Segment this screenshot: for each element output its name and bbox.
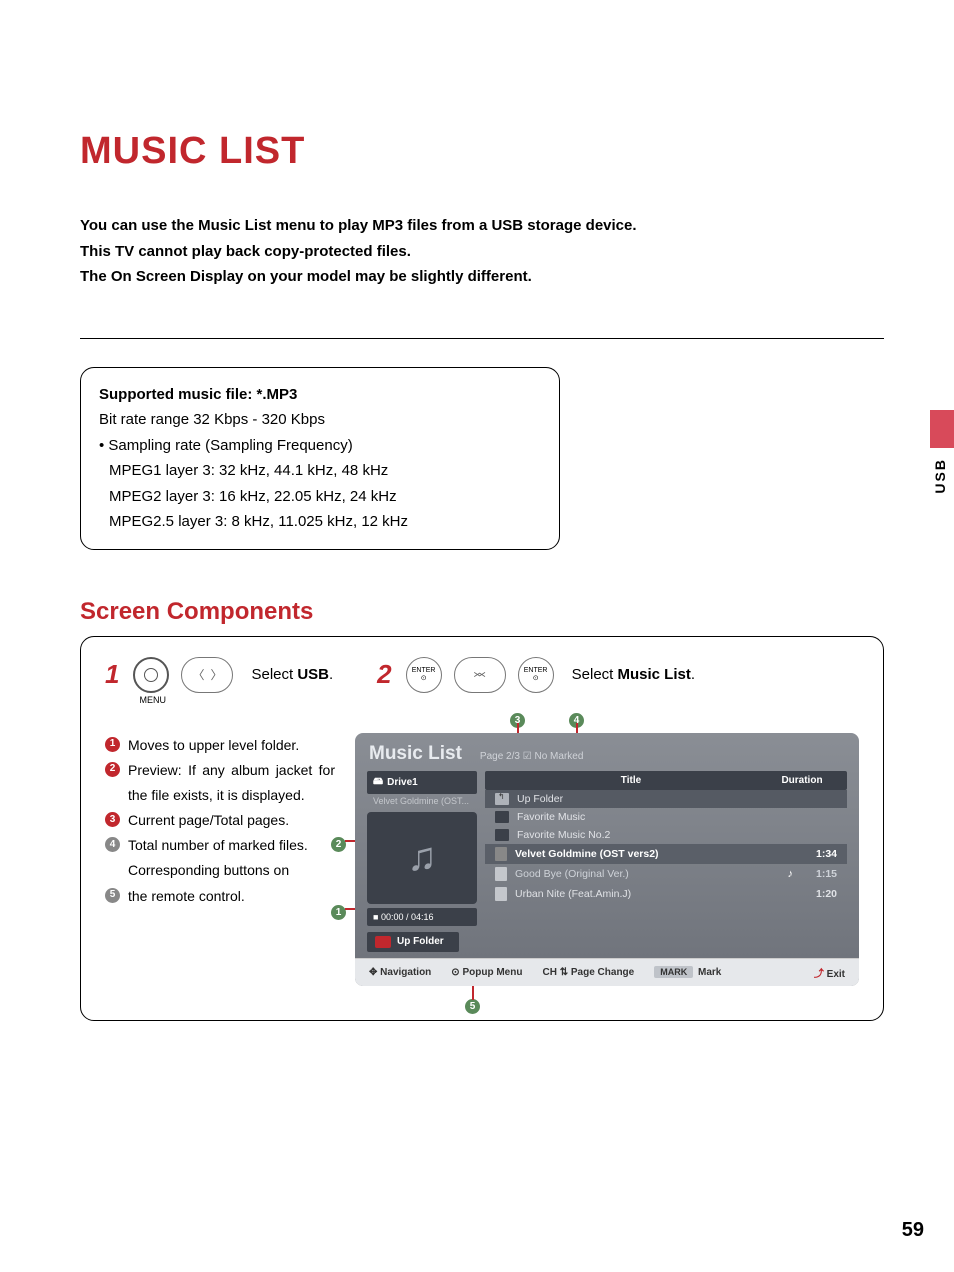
side-tab-label: USB [932, 458, 948, 494]
file-icon [495, 847, 507, 861]
folder-up-icon [375, 936, 391, 948]
callout-badge-4: 4 [105, 837, 120, 852]
col-duration: Duration [767, 775, 837, 786]
enter-button-icon-2: ENTER ⊙ [518, 657, 554, 693]
chevron-left-icon: 〈 [192, 666, 204, 683]
menu-button-icon: MENU [133, 657, 169, 693]
steps-row: 1 MENU 〈 〉 Select USB. 2 ENTER ⊙ ︿ [105, 657, 859, 693]
screen-components-heading: Screen Components [80, 598, 884, 626]
spec-l4: MPEG2 layer 3: 16 kHz, 22.05 kHz, 24 kHz [99, 484, 541, 510]
step1-text: Select USB. [251, 666, 333, 683]
nav-icon: ✥ [369, 967, 377, 978]
file-icon [495, 887, 507, 901]
table-row[interactable]: Favorite Music [485, 808, 847, 826]
legend-1: Moves to upper level folder. [128, 733, 299, 758]
chevron-down-icon: ﹀ [474, 675, 486, 681]
folder-icon [495, 829, 509, 841]
spec-l2: • Sampling rate (Sampling Frequency) [99, 433, 541, 459]
updown-icon: ⇅ [560, 967, 568, 978]
spec-l3: MPEG1 layer 3: 32 kHz, 44.1 kHz, 48 kHz [99, 458, 541, 484]
album-preview: ♫ [367, 812, 477, 904]
tv-screenshot: 3 4 2 1 5 Music List [355, 733, 859, 986]
table-row[interactable]: Favorite Music No.2 [485, 826, 847, 844]
spec-l5: MPEG2.5 layer 3: 8 kHz, 11.025 kHz, 12 k… [99, 509, 541, 535]
footer-page-change: CH ⇅ Page Change [542, 967, 634, 978]
legend-4: Total number of marked files. [128, 833, 308, 858]
spec-head: Supported music file: *.MP3 [99, 382, 541, 408]
intro-block: You can use the Music List menu to play … [80, 213, 884, 290]
step1-number: 1 [105, 659, 119, 690]
enter-button-icon-1: ENTER ⊙ [406, 657, 442, 693]
callout-badge-2: 2 [105, 762, 120, 777]
nav-left-right-icon: 〈 〉 [181, 657, 233, 693]
drive-label: 🖴Drive1 [367, 771, 477, 794]
intro-line-2: This TV cannot play back copy-protected … [80, 239, 884, 265]
up-folder-button[interactable]: Up Folder [367, 932, 459, 952]
screen-components-box: 1 MENU 〈 〉 Select USB. 2 ENTER ⊙ ︿ [80, 636, 884, 1021]
col-title: Title [495, 775, 767, 786]
drive-icon: 🖴 [373, 774, 383, 791]
legend-2: Preview: If any album jacket for the fil… [128, 758, 335, 808]
subfolder-label: Velvet Goldmine (OST... [367, 794, 477, 808]
footer-popup: ⊙ Popup Menu [451, 967, 522, 978]
folder-icon [495, 811, 509, 823]
page-number: 59 [902, 1219, 924, 1242]
divider [80, 338, 884, 339]
table-row[interactable]: Urban Nite (Feat.Amin.J) 1:20 [485, 884, 847, 904]
page-title: MUSIC LIST [80, 130, 884, 173]
footer-mark: MARK Mark [654, 967, 721, 978]
spec-l1: Bit rate range 32 Kbps - 320 Kbps [99, 407, 541, 433]
playing-icon: ♪ [788, 868, 794, 880]
callout-badge-3: 3 [105, 812, 120, 827]
footer-navigation: ✥ Navigation [369, 967, 431, 978]
step2-number: 2 [377, 659, 391, 690]
footer-exit: ⤴ Exit [814, 965, 845, 980]
legend-3: Current page/Total pages. [128, 808, 289, 833]
intro-line-3: The On Screen Display on your model may … [80, 264, 884, 290]
table-row-selected[interactable]: Velvet Goldmine (OST vers2) 1:34 [485, 844, 847, 864]
step2-text: Select Music List. [572, 666, 695, 683]
callout-1: 1 [331, 901, 346, 920]
intro-line-1: You can use the Music List menu to play … [80, 213, 884, 239]
tv-page-indicator: Page 2/3 ☑ No Marked [480, 751, 583, 762]
table-header: Title Duration [485, 771, 847, 790]
legend-4b: Corresponding buttons on [128, 858, 289, 883]
back-icon: ⤴ [814, 969, 824, 980]
nav-up-down-icon: ︿ ﹀ [454, 657, 506, 693]
tv-footer: ✥ Navigation ⊙ Popup Menu CH ⇅ Page Chan… [355, 958, 859, 986]
side-tab: USB [914, 410, 954, 520]
callout-badge-1: 1 [105, 737, 120, 752]
table-row[interactable]: ↰ Up Folder [485, 790, 847, 808]
folder-up-icon: ↰ [495, 793, 509, 805]
enter-dot-icon: ⊙ [451, 967, 459, 978]
table-row[interactable]: Good Bye (Original Ver.) ♪ 1:15 [485, 864, 847, 884]
callout-2: 2 [331, 833, 346, 852]
music-note-icon: ♫ [407, 835, 437, 880]
legend: 1 Moves to upper level folder. 2 Preview: … [105, 733, 335, 909]
spec-box: Supported music file: *.MP3 Bit rate ran… [80, 367, 560, 550]
chevron-right-icon: 〉 [210, 666, 222, 683]
time-indicator: ■ 00:00 / 04:16 [367, 908, 477, 926]
file-icon [495, 867, 507, 881]
legend-5: the remote control. [128, 884, 245, 909]
callout-badge-5: 5 [105, 888, 120, 903]
tv-title: Music List [369, 743, 462, 765]
menu-label: MENU [139, 695, 166, 705]
